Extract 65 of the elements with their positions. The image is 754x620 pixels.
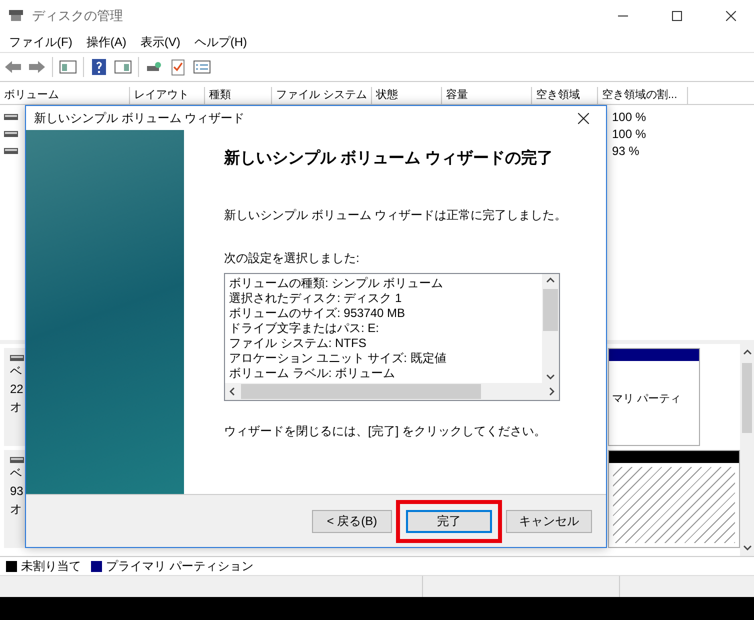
back-arrow-icon[interactable] xyxy=(4,60,22,74)
settings-label: 次の設定を選択しました: xyxy=(224,250,360,267)
menu-item[interactable]: 操作(A) xyxy=(81,34,132,50)
column-header[interactable]: ボリューム xyxy=(0,87,130,104)
drive-icon xyxy=(10,354,24,362)
scroll-thumb[interactable] xyxy=(742,363,752,433)
vertical-scrollbar[interactable] xyxy=(740,344,754,556)
settings-line: ファイル システム: NTFS xyxy=(229,336,368,351)
help-icon[interactable] xyxy=(90,58,108,76)
table-cell-text: 100 % xyxy=(612,126,648,140)
menu-item[interactable]: 表示(V) xyxy=(135,34,186,50)
column-header[interactable]: ファイル システム xyxy=(272,87,372,104)
maximize-icon[interactable] xyxy=(672,11,682,21)
disk-info-text: オ xyxy=(10,501,22,518)
drive-icon xyxy=(10,456,24,464)
settings-line: 選択されたディスク: ディスク 1 xyxy=(229,291,403,306)
dialog-button[interactable]: < 戻る(B) xyxy=(312,510,392,532)
partition-label: マリ パーティ xyxy=(612,392,682,406)
settings-line: アロケーション ユニット サイズ: 既定値 xyxy=(229,351,448,366)
scroll-thumb[interactable] xyxy=(241,384,481,399)
settings-line: ボリュームの種類: シンプル ボリューム xyxy=(229,276,444,291)
disk-management-icon xyxy=(8,8,24,24)
forward-arrow-icon[interactable] xyxy=(28,60,46,74)
table-cell-text: 100 % xyxy=(612,110,648,124)
disk-info-text: ベ xyxy=(10,465,22,482)
column-header[interactable]: 空き領域の割... xyxy=(598,87,688,104)
wizard-message: 新しいシンプル ボリューム ウィザードは正常に完了しました。 xyxy=(224,207,568,224)
horizontal-scrollbar[interactable] xyxy=(225,383,559,400)
drive-icon xyxy=(4,112,18,120)
settings-line: ボリュームのサイズ: 953740 MB xyxy=(229,306,406,321)
table-cell-text: 93 % xyxy=(612,144,640,158)
legend-label: プライマリ パーティション xyxy=(106,558,254,574)
wizard-footer-text: ウィザードを閉じるには、[完了] をクリックしてください。 xyxy=(224,423,548,440)
pane-icon[interactable] xyxy=(59,58,77,76)
pane-icon[interactable] xyxy=(114,58,132,76)
column-header[interactable]: 状態 xyxy=(372,87,442,104)
vertical-scrollbar[interactable] xyxy=(542,274,559,383)
properties-icon[interactable] xyxy=(193,58,211,76)
dialog-button[interactable]: 完了 xyxy=(406,510,492,532)
menu-item[interactable]: ファイル(F) xyxy=(4,34,78,50)
partition-block[interactable]: マリ パーティ xyxy=(608,348,700,446)
column-header[interactable]: 容量 xyxy=(442,87,532,104)
disk-info-text: ベ xyxy=(10,363,22,380)
wizard-heading: 新しいシンプル ボリューム ウィザードの完了 xyxy=(224,148,554,169)
disk-info-text: 93 xyxy=(10,483,24,500)
dialog-button[interactable]: キャンセル xyxy=(506,510,592,532)
menu-item[interactable]: ヘルプ(H) xyxy=(189,34,252,50)
close-icon[interactable] xyxy=(726,11,736,21)
scroll-thumb[interactable] xyxy=(543,289,558,331)
settings-list[interactable]: ボリュームの種類: シンプル ボリューム 選択されたディスク: ディスク 1 ボリュームのサイズ: 953740 MB ドライブ文字またはパス: E: ファイル システム: NTFS アロケーション ユニット サイズ: 既定値 ボリューム ラベル: ボリューム xyxy=(224,273,560,401)
unallocated-block[interactable] xyxy=(608,450,740,548)
window-title: ディスクの管理 xyxy=(32,7,124,25)
settings-line: ボリューム ラベル: ボリューム xyxy=(229,366,396,381)
disk-info-text: 22 xyxy=(10,381,24,398)
close-icon[interactable] xyxy=(578,112,588,124)
disk-info-text: オ xyxy=(10,399,22,416)
legend-label: 未割り当て xyxy=(21,558,81,574)
column-header[interactable]: 種類 xyxy=(205,87,272,104)
drive-icon xyxy=(4,130,18,138)
column-header[interactable]: 空き領域 xyxy=(532,87,598,104)
column-header[interactable]: レイアウト xyxy=(130,87,205,104)
checklist-icon[interactable] xyxy=(169,58,187,76)
dialog-title: 新しいシンプル ボリューム ウィザード xyxy=(34,110,246,126)
settings-line: ドライブ文字またはパス: E: xyxy=(229,321,380,336)
drive-icon xyxy=(4,146,18,154)
